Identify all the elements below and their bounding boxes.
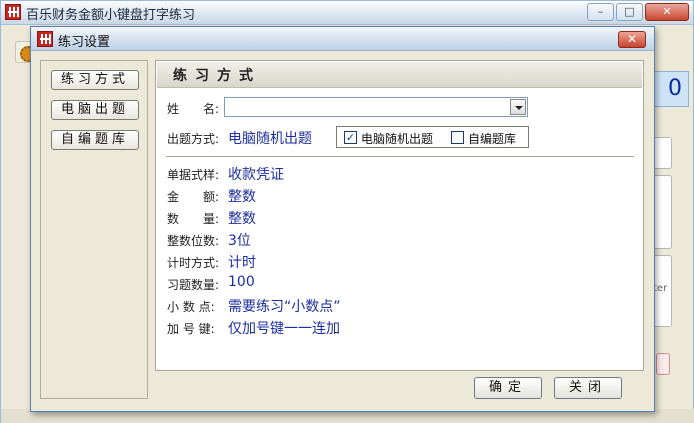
field-label: 加 号 键: — [167, 322, 215, 336]
nav-custom-bank-button[interactable]: 自编题库 — [51, 130, 139, 150]
field-value: 收款凭证 — [228, 167, 284, 183]
field-value: 仅加号键一一连加 — [228, 321, 340, 337]
name-combobox[interactable] — [224, 97, 528, 117]
field-label: 金 额: — [167, 190, 220, 204]
settings-content: 练习方式 姓 名: 出题方式: 电脑随机出题 ✓ 电脑随机出题 自编题库 单据式… — [155, 60, 644, 371]
maximize-button[interactable]: □ — [616, 3, 643, 21]
main-close-button[interactable]: ✕ — [645, 3, 689, 21]
divider — [166, 156, 634, 157]
app-icon — [5, 4, 21, 20]
dialog-title-bar[interactable]: 练习设置 ✕ — [31, 27, 654, 51]
field-value: 整数 — [228, 189, 256, 205]
section-header: 练习方式 — [157, 62, 642, 88]
side-panel — [652, 175, 672, 249]
main-title-bar[interactable]: 百乐财务金额小键盘打字练习 – □ ✕ — [1, 1, 693, 25]
field-label: 数 量: — [167, 212, 220, 226]
side-indicator — [656, 353, 670, 375]
custom-bank-checkbox[interactable] — [451, 131, 464, 144]
main-window-title: 百乐财务金额小键盘打字练习 — [26, 8, 196, 23]
counter-display: 0 — [651, 71, 689, 107]
side-panel — [652, 137, 672, 169]
ok-button[interactable]: 确定 — [474, 377, 542, 399]
field-label: 整数位数: — [167, 234, 220, 248]
side-key-label: ter — [653, 283, 668, 294]
field-value: 3位 — [228, 233, 251, 249]
field-value: 需要练习“小数点” — [228, 299, 341, 315]
settings-nav: 练习方式 电脑出题 自编题库 — [40, 60, 148, 399]
practice-settings-dialog: 练习设置 ✕ 练习方式 电脑出题 自编题库 练习方式 姓 名: 出题方式: 电脑… — [30, 26, 655, 412]
field-value: 整数 — [228, 211, 256, 227]
field-label: 计时方式: — [167, 256, 220, 270]
field-value: 计时 — [228, 255, 256, 271]
name-label: 姓 名: — [167, 102, 220, 116]
dialog-close-button[interactable]: ✕ — [618, 31, 646, 48]
field-value: 100 — [228, 274, 255, 290]
dialog-app-icon — [37, 31, 53, 47]
field-label: 小 数 点: — [167, 300, 215, 314]
chevron-down-icon[interactable] — [510, 99, 526, 115]
nav-practice-mode-button[interactable]: 练习方式 — [51, 70, 139, 90]
mode-value: 电脑随机出题 — [228, 131, 312, 147]
minimize-button[interactable]: – — [587, 3, 614, 21]
dialog-title: 练习设置 — [58, 35, 111, 50]
mode-label: 出题方式: — [167, 132, 220, 146]
window-controls: – □ ✕ — [587, 3, 689, 21]
nav-computer-questions-button[interactable]: 电脑出题 — [51, 100, 139, 120]
field-label: 习题数量: — [167, 278, 220, 292]
random-mode-label[interactable]: 电脑随机出题 — [361, 130, 433, 147]
close-button[interactable]: 关闭 — [554, 377, 622, 399]
field-label: 单据式样: — [167, 168, 220, 182]
mode-options: ✓ 电脑随机出题 自编题库 — [336, 126, 529, 148]
custom-bank-label[interactable]: 自编题库 — [468, 130, 516, 147]
random-mode-checkbox[interactable]: ✓ — [344, 131, 357, 144]
section-title: 练习方式 — [173, 68, 261, 84]
